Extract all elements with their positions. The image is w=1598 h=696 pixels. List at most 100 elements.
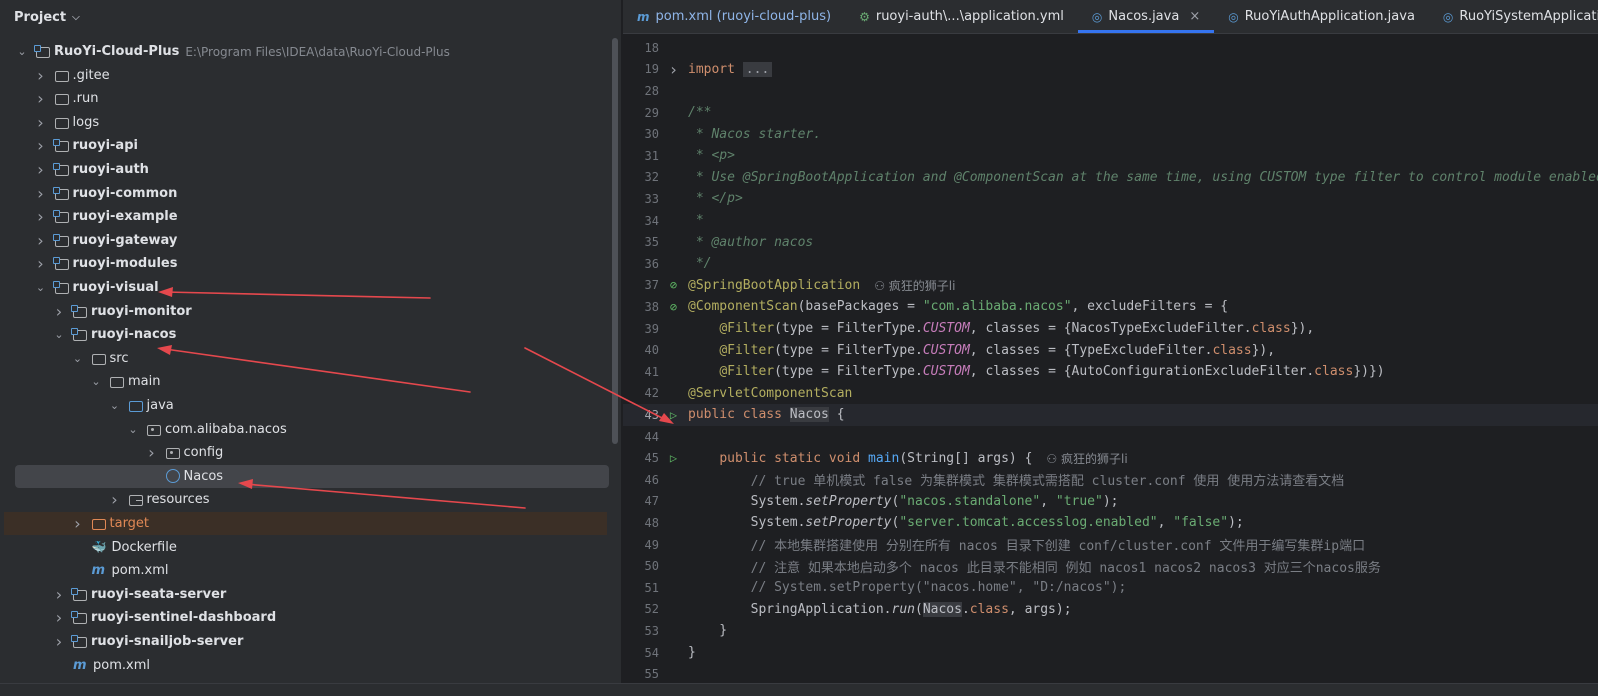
code-line[interactable]: 19 › import ... [623,59,1598,81]
code-line[interactable]: 51 // System.setProperty("nacos.home", "… [623,577,1598,599]
chevron-right-icon[interactable]: › [33,184,49,203]
code-line[interactable]: 39 @Filter(type = FilterType.CUSTOM, cla… [623,318,1598,340]
tab-ruoyi-auth-application-yml[interactable]: ⚙ ruoyi-auth\...\application.yml [845,0,1078,33]
code-line[interactable]: 30 * Nacos starter. [623,123,1598,145]
chevron-down-icon[interactable]: ⌵ [72,12,80,23]
code-line[interactable]: 45 ▷ public static void main(String[] arg… [623,447,1598,469]
tab-nacos-java[interactable]: ◎ Nacos.java × [1077,0,1215,33]
run-icon[interactable]: ▷ [659,451,688,465]
code-line[interactable]: 53 } [623,620,1598,642]
tree-item-dockerfile[interactable]: 🐳 Dockerfile [4,536,609,559]
tree-item--run[interactable]: › .run [4,87,609,110]
project-panel-header[interactable]: Project ⌵ [0,0,621,34]
code-line[interactable]: 48 System.setProperty("server.tomcat.acc… [623,512,1598,534]
code-line[interactable]: 52 SpringApplication.run(Nacos.class, ar… [623,599,1598,621]
code-line[interactable]: 29 /** [623,102,1598,124]
tree-item--gitee[interactable]: › .gitee [4,64,609,87]
chevron-right-icon[interactable]: › [33,136,49,155]
tree-item-resources[interactable]: › resources [4,488,609,511]
run-icon[interactable]: ▷ [659,408,688,422]
author-hint[interactable]: ⚇ 疯狂的狮子li [874,277,955,294]
tab-pom-xml-ruoyi-cloud-plus-[interactable]: m pom.xml (ruoyi-cloud-plus) [623,0,845,33]
code-line[interactable]: 18 [623,37,1598,59]
chevron-right-icon[interactable]: › [51,608,67,627]
code-line[interactable]: 42 @ServletComponentScan [623,383,1598,405]
tree-item-ruoyi-api[interactable]: › ruoyi-api [4,134,609,157]
chevron-right-icon[interactable]: › [33,89,49,108]
tree-item-pom-xml[interactable]: m pom.xml [4,654,609,677]
project-title[interactable]: Project [14,10,66,25]
tree-item-java[interactable]: ⌄ java [4,394,609,417]
tree-item-nacos[interactable]: Nacos [15,464,609,488]
tree-item-ruoyi-modules[interactable]: › ruoyi-modules [4,252,609,275]
chevron-down-icon[interactable]: ⌄ [107,399,123,412]
tree-item-src[interactable]: ⌄ src [4,347,609,370]
tree-item-logs[interactable]: › logs [4,111,609,134]
tree-item-ruoyi-nacos[interactable]: ⌄ ruoyi-nacos [4,323,609,346]
chevron-right-icon[interactable]: › [51,585,67,604]
project-scrollbar[interactable] [612,38,618,444]
tree-item-ruoyi-snailjob-server[interactable]: › ruoyi-snailjob-server [4,630,609,653]
code-line[interactable]: 41 @Filter(type = FilterType.CUSTOM, cla… [623,361,1598,383]
tree-item-config[interactable]: › config [4,441,609,464]
author-hint[interactable]: ⚇ 疯狂的狮子li [1046,450,1127,467]
chevron-down-icon[interactable]: ⌄ [70,352,86,365]
code-line[interactable]: 46 // true 单机模式 false 为集群模式 集群模式需搭配 clus… [623,469,1598,491]
tree-item-target[interactable]: › target [4,512,607,535]
close-icon[interactable]: × [1189,9,1200,24]
code-line[interactable]: 37 ⊘ @SpringBootApplication ⚇ 疯狂的狮子li [623,275,1598,297]
chevron-down-icon[interactable]: ⌄ [125,423,141,436]
tree-item-com-alibaba-nacos[interactable]: ⌄ com.alibaba.nacos [4,418,609,441]
code-line[interactable]: 55 [623,663,1598,683]
code-line[interactable]: 28 [623,80,1598,102]
tree-item-ruoyi-common[interactable]: › ruoyi-common [4,182,609,205]
code-line[interactable]: 38 ⊘ @ComponentScan(basePackages = "com.al… [623,296,1598,318]
tree-item-label: ruoyi-visual [72,280,159,295]
tab-ruoyiauthapplication-java[interactable]: ◎ RuoYiAuthApplication.java [1214,0,1429,33]
chevron-down-icon[interactable]: ⌄ [33,281,49,294]
code-line[interactable]: 44 [623,426,1598,448]
tree-item-main[interactable]: ⌄ main [4,370,609,393]
tab-ruoyisystemapplication-java[interactable]: ◎ RuoYiSystemApplication.java [1429,0,1598,33]
code-line[interactable]: 36 */ [623,253,1598,275]
chevron-right-icon[interactable]: › [33,254,49,273]
tree-item-ruoyi-seata-server[interactable]: › ruoyi-seata-server [4,583,609,606]
line-number: 18 [644,40,659,55]
tree-item-pom-xml[interactable]: m pom.xml [4,559,609,582]
code-line[interactable]: 34 * [623,210,1598,232]
chevron-right-icon[interactable]: › [144,443,160,462]
chevron-down-icon[interactable]: ⌄ [14,45,30,58]
chevron-right-icon[interactable]: › [33,160,49,179]
code-line[interactable]: 40 @Filter(type = FilterType.CUSTOM, cla… [623,339,1598,361]
chevron-right-icon[interactable]: › [51,632,67,651]
code-line[interactable]: 43 ▷ public class Nacos { [623,404,1598,426]
tree-item-ruoyi-gateway[interactable]: › ruoyi-gateway [4,229,609,252]
code-line[interactable]: 31 * <p> [623,145,1598,167]
code-line[interactable]: 50 // 注意 如果本地启动多个 nacos 此目录不能相同 例如 nacos… [623,555,1598,577]
chevron-right-icon[interactable]: › [33,207,49,226]
tree-item-ruoyi-cloud-plus[interactable]: ⌄ RuoYi-Cloud-Plus E:\Program Files\IDEA\d… [4,40,609,63]
tree-item-ruoyi-visual[interactable]: ⌄ ruoyi-visual [4,276,609,299]
tree-item-ruoyi-auth[interactable]: › ruoyi-auth [4,158,609,181]
chevron-right-icon[interactable]: › [107,490,123,509]
chevron-right-icon[interactable]: › [33,66,49,85]
tree-item-ruoyi-example[interactable]: › ruoyi-example [4,205,609,228]
code-line[interactable]: 49 // 本地集群搭建使用 分别在所有 nacos 目录下创建 conf/cl… [623,534,1598,556]
fold-chevron-icon[interactable]: › [659,60,688,79]
chevron-right-icon[interactable]: › [33,231,49,250]
tree-item-ruoyi-monitor[interactable]: › ruoyi-monitor [4,300,609,323]
code-view[interactable]: 18 19 › import ... 28 29 /** 30 * Nacos starter… [623,35,1598,683]
code-line[interactable]: 33 * </p> [623,188,1598,210]
code-line[interactable]: 32 * Use @SpringBootApplication and @Com… [623,167,1598,189]
code-line[interactable]: 35 * @author nacos [623,231,1598,253]
chevron-right-icon[interactable]: › [33,113,49,132]
spring-bean-icon[interactable]: ⊘ [659,300,688,314]
chevron-down-icon[interactable]: ⌄ [51,328,67,341]
spring-bean-icon[interactable]: ⊘ [659,278,688,292]
chevron-right-icon[interactable]: › [70,514,86,533]
code-line[interactable]: 54} [623,642,1598,664]
chevron-right-icon[interactable]: › [51,302,67,321]
code-line[interactable]: 47 System.setProperty("nacos.standalone"… [623,491,1598,513]
chevron-down-icon[interactable]: ⌄ [88,375,104,388]
tree-item-ruoyi-sentinel-dashboard[interactable]: › ruoyi-sentinel-dashboard [4,606,609,629]
